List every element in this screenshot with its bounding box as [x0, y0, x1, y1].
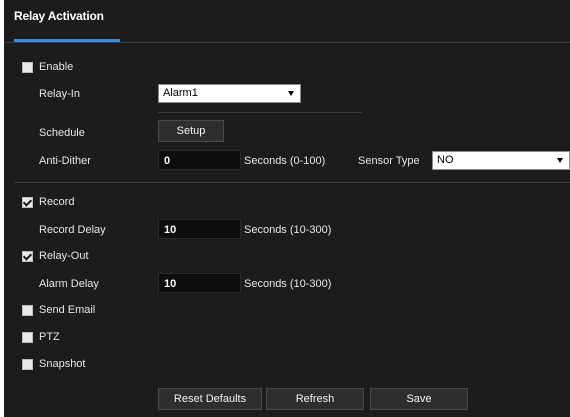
chevron-down-icon: [557, 158, 563, 163]
alarm-delay-label: Alarm Delay: [39, 278, 99, 290]
ptz-label: PTZ: [39, 331, 60, 343]
sensor-type-label: Sensor Type: [358, 155, 420, 167]
ptz-checkbox[interactable]: [22, 332, 33, 343]
anti-dither-unit: Seconds (0-100): [244, 155, 326, 167]
snapshot-label: Snapshot: [39, 358, 86, 370]
save-button[interactable]: Save: [370, 388, 468, 410]
send-email-label: Send Email: [39, 304, 96, 316]
schedule-setup-button[interactable]: Setup: [158, 120, 224, 142]
enable-label: Enable: [39, 61, 74, 73]
sensor-type-select[interactable]: NO: [432, 151, 570, 170]
separator: [158, 112, 362, 113]
tab-bar: Relay Activation: [4, 0, 570, 44]
send-email-checkbox[interactable]: [22, 305, 33, 316]
record-checkbox[interactable]: [22, 197, 33, 208]
section-divider: [14, 182, 570, 183]
relay-in-label: Relay-In: [39, 88, 80, 100]
alarm-delay-unit: Seconds (10-300): [244, 278, 332, 290]
chevron-down-icon: [288, 91, 294, 96]
refresh-button[interactable]: Refresh: [266, 388, 364, 410]
record-delay-input[interactable]: 10: [158, 219, 241, 239]
relay-out-checkbox[interactable]: [22, 251, 33, 262]
enable-checkbox[interactable]: [22, 62, 33, 73]
sensor-type-value: NO: [437, 154, 454, 166]
relay-in-select[interactable]: Alarm1: [158, 84, 301, 103]
record-delay-label: Record Delay: [39, 224, 106, 236]
record-label: Record: [39, 196, 75, 208]
anti-dither-input[interactable]: 0: [158, 150, 241, 170]
alarm-delay-input[interactable]: 10: [158, 273, 241, 293]
reset-defaults-button[interactable]: Reset Defaults: [158, 388, 262, 410]
relay-activation-panel: Relay Activation Enable Relay-In Alarm1 …: [4, 0, 570, 417]
anti-dither-label: Anti-Dither: [39, 155, 91, 167]
tab-divider: [4, 42, 570, 43]
schedule-label: Schedule: [39, 127, 85, 139]
relay-out-label: Relay-Out: [39, 250, 89, 262]
snapshot-checkbox[interactable]: [22, 359, 33, 370]
tab-relay-activation[interactable]: Relay Activation: [14, 9, 104, 23]
relay-in-value: Alarm1: [163, 87, 198, 99]
record-delay-unit: Seconds (10-300): [244, 224, 332, 236]
